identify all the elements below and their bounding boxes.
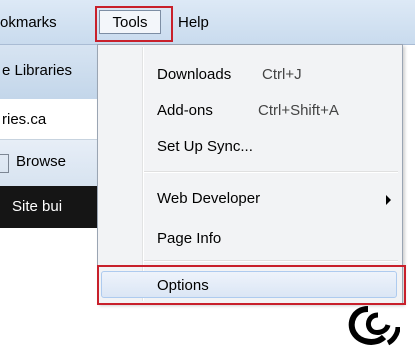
- menu-item-label: Downloads: [157, 66, 232, 83]
- submenu-arrow-icon: [386, 195, 391, 205]
- menu-item-label: Set Up Sync...: [157, 138, 253, 155]
- menu-bar: okmarks Tools Help: [0, 0, 415, 45]
- menu-item-page-info[interactable]: Page Info: [98, 223, 402, 255]
- bookmark-item-browse[interactable]: Browse: [16, 153, 66, 170]
- url-text: ries.ca: [2, 111, 47, 128]
- bookmark-page-icon: [0, 154, 9, 173]
- bookmarks-toolbar: Browse: [0, 140, 98, 186]
- banner-text: Site bui: [12, 198, 63, 215]
- site-banner: Site bui: [0, 186, 98, 228]
- tools-highlight-box: [95, 6, 173, 42]
- menu-item-shortcut: Ctrl+Shift+A: [258, 102, 339, 119]
- menu-help[interactable]: Help: [178, 12, 209, 34]
- menu-item-downloads[interactable]: Downloads Ctrl+J: [98, 59, 402, 91]
- tab-strip: e Libraries: [0, 45, 98, 99]
- address-bar[interactable]: ries.ca: [0, 99, 98, 140]
- menu-item-set-up-sync[interactable]: Set Up Sync...: [98, 131, 402, 163]
- menu-item-web-developer[interactable]: Web Developer: [98, 183, 402, 215]
- menu-item-add-ons[interactable]: Add-ons Ctrl+Shift+A: [98, 95, 402, 127]
- menu-item-label: Add-ons: [157, 102, 213, 119]
- menu-item-label: Page Info: [157, 230, 222, 247]
- site-logo-icon: [348, 306, 400, 346]
- menu-item-label: Web Developer: [157, 190, 261, 207]
- tab-label[interactable]: e Libraries: [2, 62, 72, 79]
- menu-separator: [144, 171, 398, 173]
- menu-bookmarks[interactable]: okmarks: [0, 12, 57, 34]
- browser-background: e Libraries ries.ca Browse Site bui: [0, 45, 98, 228]
- menu-separator: [144, 260, 398, 262]
- options-highlight-box: [97, 265, 406, 305]
- menu-item-shortcut: Ctrl+J: [262, 66, 302, 83]
